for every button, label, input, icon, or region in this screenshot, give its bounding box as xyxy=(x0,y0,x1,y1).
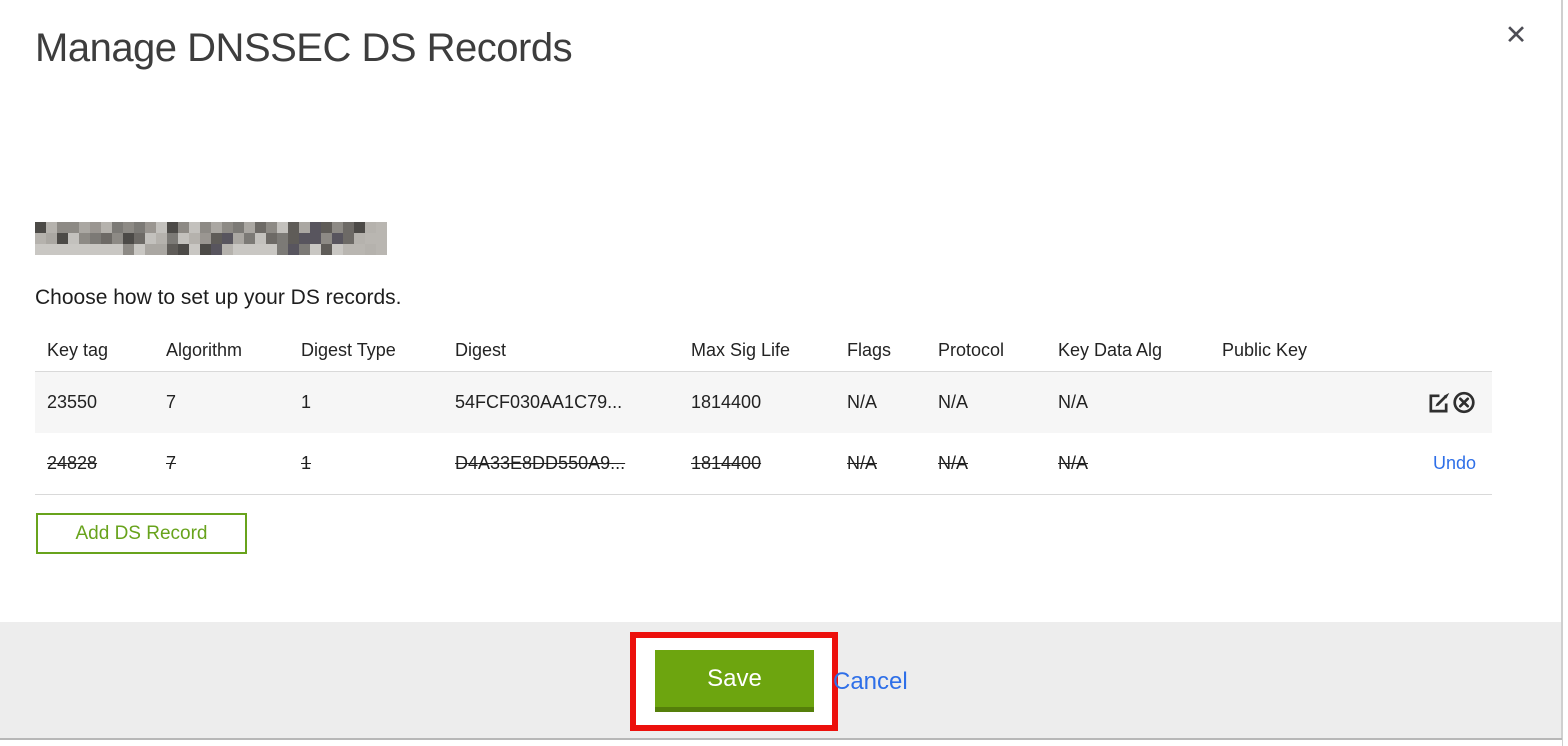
dnssec-dialog: Manage DNSSEC DS Records ✕ Choose how to… xyxy=(0,0,1568,746)
delete-record-icon[interactable] xyxy=(1452,391,1476,415)
cancel-link[interactable]: Cancel xyxy=(833,668,908,696)
cell-key-tag: 23550 xyxy=(47,392,98,412)
cell-key-data-alg: N/A xyxy=(1058,392,1089,412)
cell-key-tag: 24828 xyxy=(47,453,98,473)
table-row-deleted: 24828 7 1 D4A33E8DD550A9... 1814400 N/A … xyxy=(35,433,1492,495)
cell-flags: N/A xyxy=(847,453,878,473)
cell-digest-type: 1 xyxy=(301,453,312,473)
cell-key-data-alg: N/A xyxy=(1058,453,1089,473)
cell-digest: D4A33E8DD550A9... xyxy=(455,453,626,473)
cell-algorithm: 7 xyxy=(166,453,177,473)
undo-link[interactable]: Undo xyxy=(1433,453,1476,474)
cell-digest-type: 1 xyxy=(301,392,312,412)
window-right-border xyxy=(1561,0,1563,746)
instruction-text: Choose how to set up your DS records. xyxy=(35,286,402,309)
cell-max-sig-life: 1814400 xyxy=(691,453,762,473)
table-row: 23550 7 1 54FCF030AA1C79... 1814400 N/A … xyxy=(35,372,1492,433)
cell-protocol: N/A xyxy=(938,453,969,473)
row-actions: Undo xyxy=(1410,453,1492,474)
page-title: Manage DNSSEC DS Records xyxy=(35,26,573,70)
edit-record-icon[interactable] xyxy=(1426,391,1450,415)
col-header-flags: Flags xyxy=(847,340,892,360)
save-button[interactable]: Save xyxy=(655,650,814,712)
cell-flags: N/A xyxy=(847,392,878,412)
cell-max-sig-life: 1814400 xyxy=(691,392,762,412)
col-header-key-data-alg: Key Data Alg xyxy=(1058,340,1163,360)
window-bottom-strip xyxy=(0,740,1562,746)
cell-algorithm: 7 xyxy=(166,392,177,412)
col-header-public-key: Public Key xyxy=(1222,340,1308,360)
table-header-row: Key tag Algorithm Digest Type Digest Max… xyxy=(35,330,1492,372)
ds-records-table: Key tag Algorithm Digest Type Digest Max… xyxy=(35,330,1492,495)
redacted-domain-name xyxy=(35,222,387,255)
col-header-algorithm: Algorithm xyxy=(166,340,243,360)
cell-digest: 54FCF030AA1C79... xyxy=(455,392,623,412)
col-header-max-sig-life: Max Sig Life xyxy=(691,340,791,360)
add-ds-record-button[interactable]: Add DS Record xyxy=(36,513,247,554)
col-header-digest: Digest xyxy=(455,340,507,360)
col-header-protocol: Protocol xyxy=(938,340,1005,360)
col-header-key-tag: Key tag xyxy=(47,340,109,360)
cell-protocol: N/A xyxy=(938,392,969,412)
row-actions xyxy=(1410,391,1492,415)
close-icon[interactable]: ✕ xyxy=(1499,18,1533,52)
col-header-digest-type: Digest Type xyxy=(301,340,396,360)
